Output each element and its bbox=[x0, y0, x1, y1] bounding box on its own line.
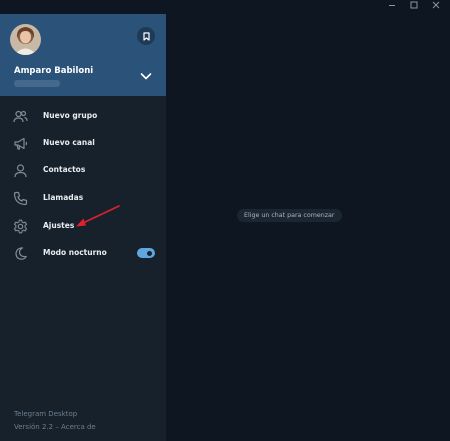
close-icon[interactable] bbox=[429, 0, 443, 14]
menu-item-new-channel[interactable]: Nuevo canal bbox=[0, 130, 166, 157]
menu-item-label: Contactos bbox=[43, 165, 86, 174]
moon-icon bbox=[15, 247, 27, 260]
night-mode-toggle[interactable] bbox=[137, 248, 155, 258]
chat-area: Elige un chat para comenzar bbox=[166, 14, 450, 441]
menu-item-contacts[interactable]: Contactos bbox=[0, 157, 166, 184]
profile-header: Amparo Babiloni bbox=[0, 14, 166, 96]
menu-item-night-mode[interactable]: Modo nocturno bbox=[0, 240, 166, 267]
avatar[interactable] bbox=[10, 24, 41, 55]
footer-version-link[interactable]: Versión 2.2 – Acerca de bbox=[14, 423, 96, 431]
window-titlebar bbox=[0, 0, 450, 14]
gear-icon bbox=[13, 219, 28, 234]
group-icon bbox=[13, 110, 28, 123]
maximize-icon[interactable] bbox=[407, 0, 421, 14]
annotation-arrow-icon bbox=[76, 205, 120, 227]
megaphone-icon bbox=[14, 137, 28, 150]
footer-app-name: Telegram Desktop bbox=[14, 410, 78, 418]
bookmark-icon bbox=[142, 31, 150, 41]
menu-item-label: Llamadas bbox=[43, 193, 84, 202]
phone-icon bbox=[13, 191, 28, 206]
menu-item-label: Nuevo canal bbox=[43, 138, 95, 147]
chevron-down-icon bbox=[140, 73, 152, 80]
menu-item-label: Ajustes bbox=[43, 221, 75, 230]
toggle-knob bbox=[146, 249, 153, 257]
menu-item-label: Modo nocturno bbox=[43, 248, 107, 257]
menu-item-label: Nuevo grupo bbox=[43, 111, 98, 120]
menu-item-new-group[interactable]: Nuevo grupo bbox=[0, 103, 166, 130]
person-icon bbox=[14, 164, 27, 178]
empty-chat-message: Elige un chat para comenzar bbox=[237, 209, 342, 222]
expand-accounts-button[interactable] bbox=[139, 70, 153, 82]
minimize-icon[interactable] bbox=[385, 0, 399, 14]
profile-phone-blurred bbox=[14, 80, 60, 87]
saved-messages-button[interactable] bbox=[137, 27, 155, 45]
profile-name: Amparo Babiloni bbox=[14, 66, 94, 76]
